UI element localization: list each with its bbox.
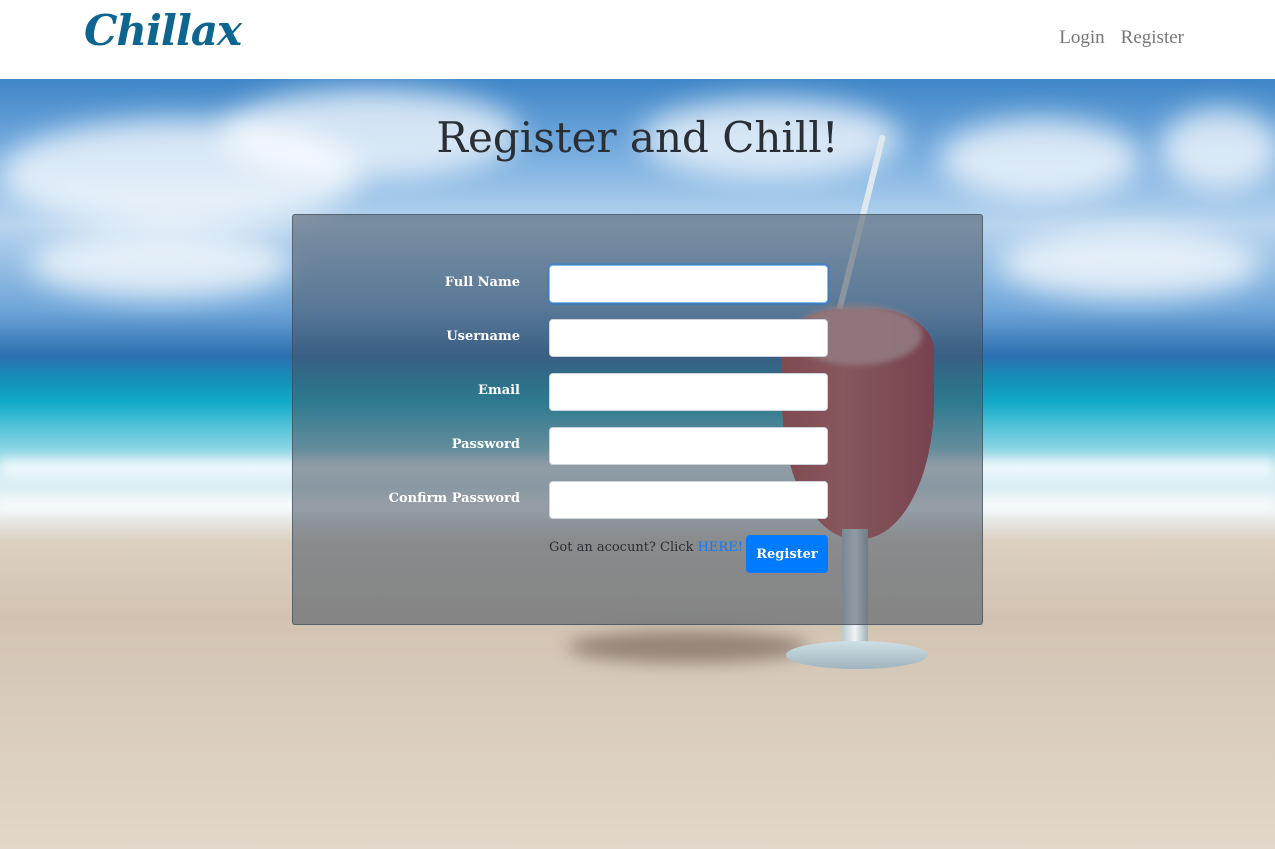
confirm-password-label: Confirm Password <box>388 491 520 506</box>
login-here-link[interactable]: HERE! <box>698 540 743 555</box>
login-hint-text: Got an acocunt? Click <box>549 540 698 555</box>
full-name-label: Full Name <box>444 275 520 290</box>
email-row: Email <box>293 373 982 411</box>
password-label: Password <box>451 437 520 452</box>
password-input[interactable] <box>549 427 828 465</box>
email-input[interactable] <box>549 373 828 411</box>
top-navbar: Chillax Login Register <box>0 0 1275 79</box>
login-hint: Got an acocunt? Click HERE! <box>549 540 743 555</box>
register-button[interactable]: Register <box>746 535 828 573</box>
page-title: Register and Chill! <box>436 113 839 162</box>
full-name-row: Full Name <box>293 265 982 303</box>
nav-login-link[interactable]: Login <box>1059 27 1104 49</box>
nav-links: Login Register <box>1059 27 1184 49</box>
confirm-password-input[interactable] <box>549 481 828 519</box>
username-label: Username <box>446 329 520 344</box>
username-row: Username <box>293 319 982 357</box>
full-name-input[interactable] <box>549 265 828 303</box>
username-input[interactable] <box>549 319 828 357</box>
brand-logo[interactable]: Chillax <box>84 6 242 55</box>
register-form: Full Name Username Email Password Confir… <box>292 214 983 625</box>
password-row: Password <box>293 427 982 465</box>
email-label: Email <box>478 383 520 398</box>
nav-register-link[interactable]: Register <box>1121 27 1184 49</box>
confirm-password-row: Confirm Password <box>293 481 982 519</box>
